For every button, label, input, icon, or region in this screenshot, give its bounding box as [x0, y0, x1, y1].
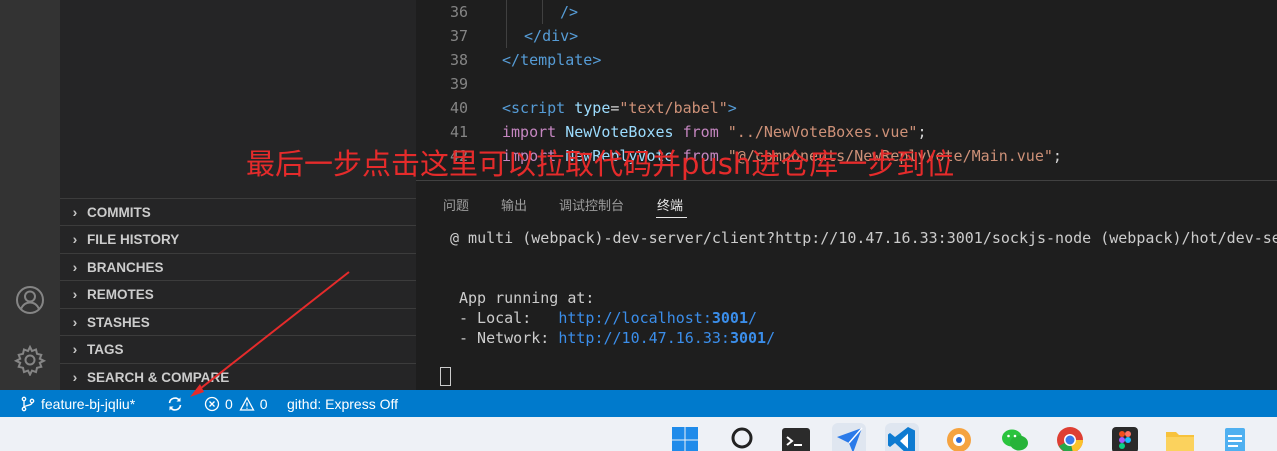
local-url-tail[interactable]: / — [748, 309, 757, 327]
code-line: /> — [560, 3, 579, 21]
notepad-icon[interactable] — [1218, 423, 1252, 451]
code-line: </div> — [524, 27, 579, 45]
section-label: STASHES — [87, 314, 150, 330]
line-number: 40 — [449, 99, 468, 117]
annotation-text: 最后一步点击这里可以拉取代码并push进仓库一步到位 — [246, 147, 955, 181]
terminal-line: - Network: http://10.47.16.33:3001/ — [459, 329, 775, 347]
account-icon[interactable] — [12, 282, 48, 318]
chevron-right-icon: › — [72, 286, 78, 302]
chrome-icon[interactable] — [1053, 423, 1087, 451]
error-count: 0 — [225, 395, 233, 412]
search-icon[interactable] — [726, 423, 760, 451]
branch-indicator[interactable]: feature-bj-jqliu* — [20, 390, 135, 417]
warning-icon — [239, 396, 255, 411]
problems-indicator[interactable]: 0 0 — [204, 390, 268, 417]
sidebar: › COMMITS › FILE HISTORY › BRANCHES › REMOTE… — [60, 0, 416, 390]
vscode-icon[interactable] — [885, 423, 919, 451]
section-label: FILE HISTORY — [87, 231, 180, 247]
terminal-line: - Local: http://localhost:3001/ — [459, 309, 757, 327]
code-line: <script type="text/babel"> — [502, 99, 737, 117]
activity-bar — [0, 0, 60, 390]
feishu-icon[interactable] — [832, 423, 866, 451]
section-label: COMMITS — [87, 204, 151, 220]
sync-button[interactable] — [166, 390, 184, 417]
terminal-line: App running at: — [459, 289, 595, 307]
gear-icon[interactable] — [12, 342, 48, 378]
section-branches[interactable]: › BRANCHES — [60, 253, 416, 280]
tab-terminal[interactable]: 终端 — [657, 195, 683, 214]
local-port[interactable]: 3001 — [712, 309, 748, 327]
section-stashes[interactable]: › STASHES — [60, 308, 416, 335]
section-file-history[interactable]: › FILE HISTORY — [60, 225, 416, 252]
app-icon[interactable] — [942, 423, 976, 451]
network-port[interactable]: 3001 — [730, 329, 766, 347]
local-url-link[interactable]: http://localhost: — [558, 309, 712, 327]
network-label: - Network: — [459, 329, 559, 347]
network-url-link[interactable]: http://10.47.16.33: — [558, 329, 730, 347]
taskbar — [0, 417, 1277, 451]
section-label: SEARCH & COMPARE — [87, 369, 230, 385]
code-line: </template> — [502, 51, 602, 69]
line-number: 37 — [449, 27, 468, 45]
section-search-compare[interactable]: › SEARCH & COMPARE — [60, 363, 416, 390]
folder-icon[interactable] — [1163, 423, 1197, 451]
chevron-right-icon: › — [72, 204, 78, 220]
chevron-right-icon: › — [72, 369, 78, 385]
tab-debug-console[interactable]: 调试控制台 — [559, 195, 624, 214]
bottom-panel: 问题 输出 调试控制台 终端 @ multi (webpack)-dev-ser… — [416, 180, 1277, 390]
git-branch-icon — [21, 396, 35, 411]
terminal-icon[interactable] — [779, 423, 813, 451]
active-tab-indicator — [656, 217, 687, 218]
error-icon — [204, 396, 220, 411]
sync-icon — [168, 396, 182, 411]
figma-icon[interactable] — [1108, 423, 1142, 451]
wechat-icon[interactable] — [998, 423, 1032, 451]
local-label: - Local: — [459, 309, 559, 327]
line-number: 41 — [449, 123, 468, 141]
githd-status[interactable]: githd: Express Off — [287, 390, 398, 417]
line-number: 39 — [449, 75, 468, 93]
branch-name: feature-bj-jqliu* — [41, 395, 136, 412]
terminal-line: @ multi (webpack)-dev-server/client?http… — [450, 229, 1277, 247]
section-label: REMOTES — [87, 286, 154, 302]
chevron-right-icon: › — [72, 314, 78, 330]
terminal-cursor — [440, 367, 451, 386]
tab-output[interactable]: 输出 — [501, 195, 527, 214]
code-line: import NewVoteBoxes from "../NewVoteBoxe… — [502, 123, 927, 141]
line-number: 36 — [449, 3, 468, 21]
section-commits[interactable]: › COMMITS — [60, 198, 416, 225]
warning-count: 0 — [259, 395, 268, 412]
section-label: BRANCHES — [87, 259, 164, 275]
section-label: TAGS — [87, 341, 124, 357]
githd-label: githd: Express Off — [287, 395, 399, 412]
chevron-right-icon: › — [72, 341, 78, 357]
chevron-right-icon: › — [72, 259, 78, 275]
status-bar: feature-bj-jqliu* 0 0 githd: Express Off — [0, 390, 1277, 417]
chevron-right-icon: › — [72, 231, 78, 247]
section-remotes[interactable]: › REMOTES — [60, 280, 416, 307]
network-url-tail[interactable]: / — [766, 329, 775, 347]
tab-problems[interactable]: 问题 — [443, 195, 469, 214]
windows-start-icon[interactable] — [668, 423, 702, 451]
line-number: 38 — [449, 51, 468, 69]
section-tags[interactable]: › TAGS — [60, 335, 416, 362]
